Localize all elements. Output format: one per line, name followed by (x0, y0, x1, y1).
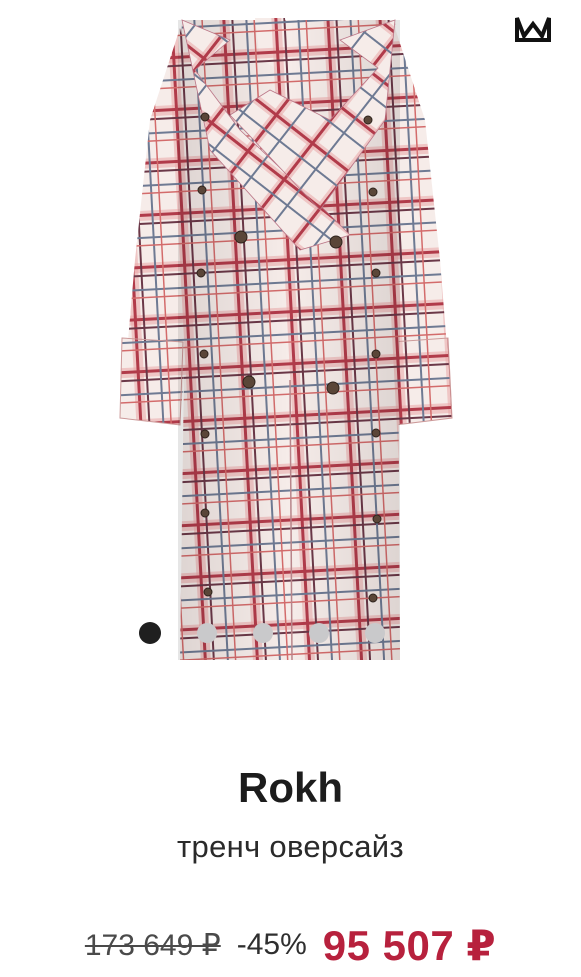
brand-name[interactable]: Rokh (0, 767, 581, 809)
product-card[interactable]: Rokh тренч оверсайз 173 649 ₽ -45% 95 50… (0, 0, 581, 977)
gallery-dot[interactable] (365, 623, 385, 643)
gallery-dot[interactable] (197, 623, 217, 643)
gallery-dot[interactable] (309, 623, 329, 643)
product-info: Rokh тренч оверсайз (0, 755, 581, 865)
gallery-pagination[interactable] (139, 621, 421, 645)
gallery-dot[interactable] (139, 622, 161, 644)
crown-logo-icon[interactable] (515, 14, 551, 44)
price-row: 173 649 ₽ -45% 95 507 ₽ (0, 915, 581, 975)
current-price: 95 507 ₽ (322, 921, 497, 969)
product-name: тренч оверсайз (177, 829, 404, 864)
discount-badge: -45% (236, 928, 307, 961)
old-price: 173 649 ₽ (84, 928, 221, 962)
gallery-dot[interactable] (253, 623, 273, 643)
product-image-gallery[interactable] (0, 0, 581, 700)
product-image (119, 18, 453, 661)
